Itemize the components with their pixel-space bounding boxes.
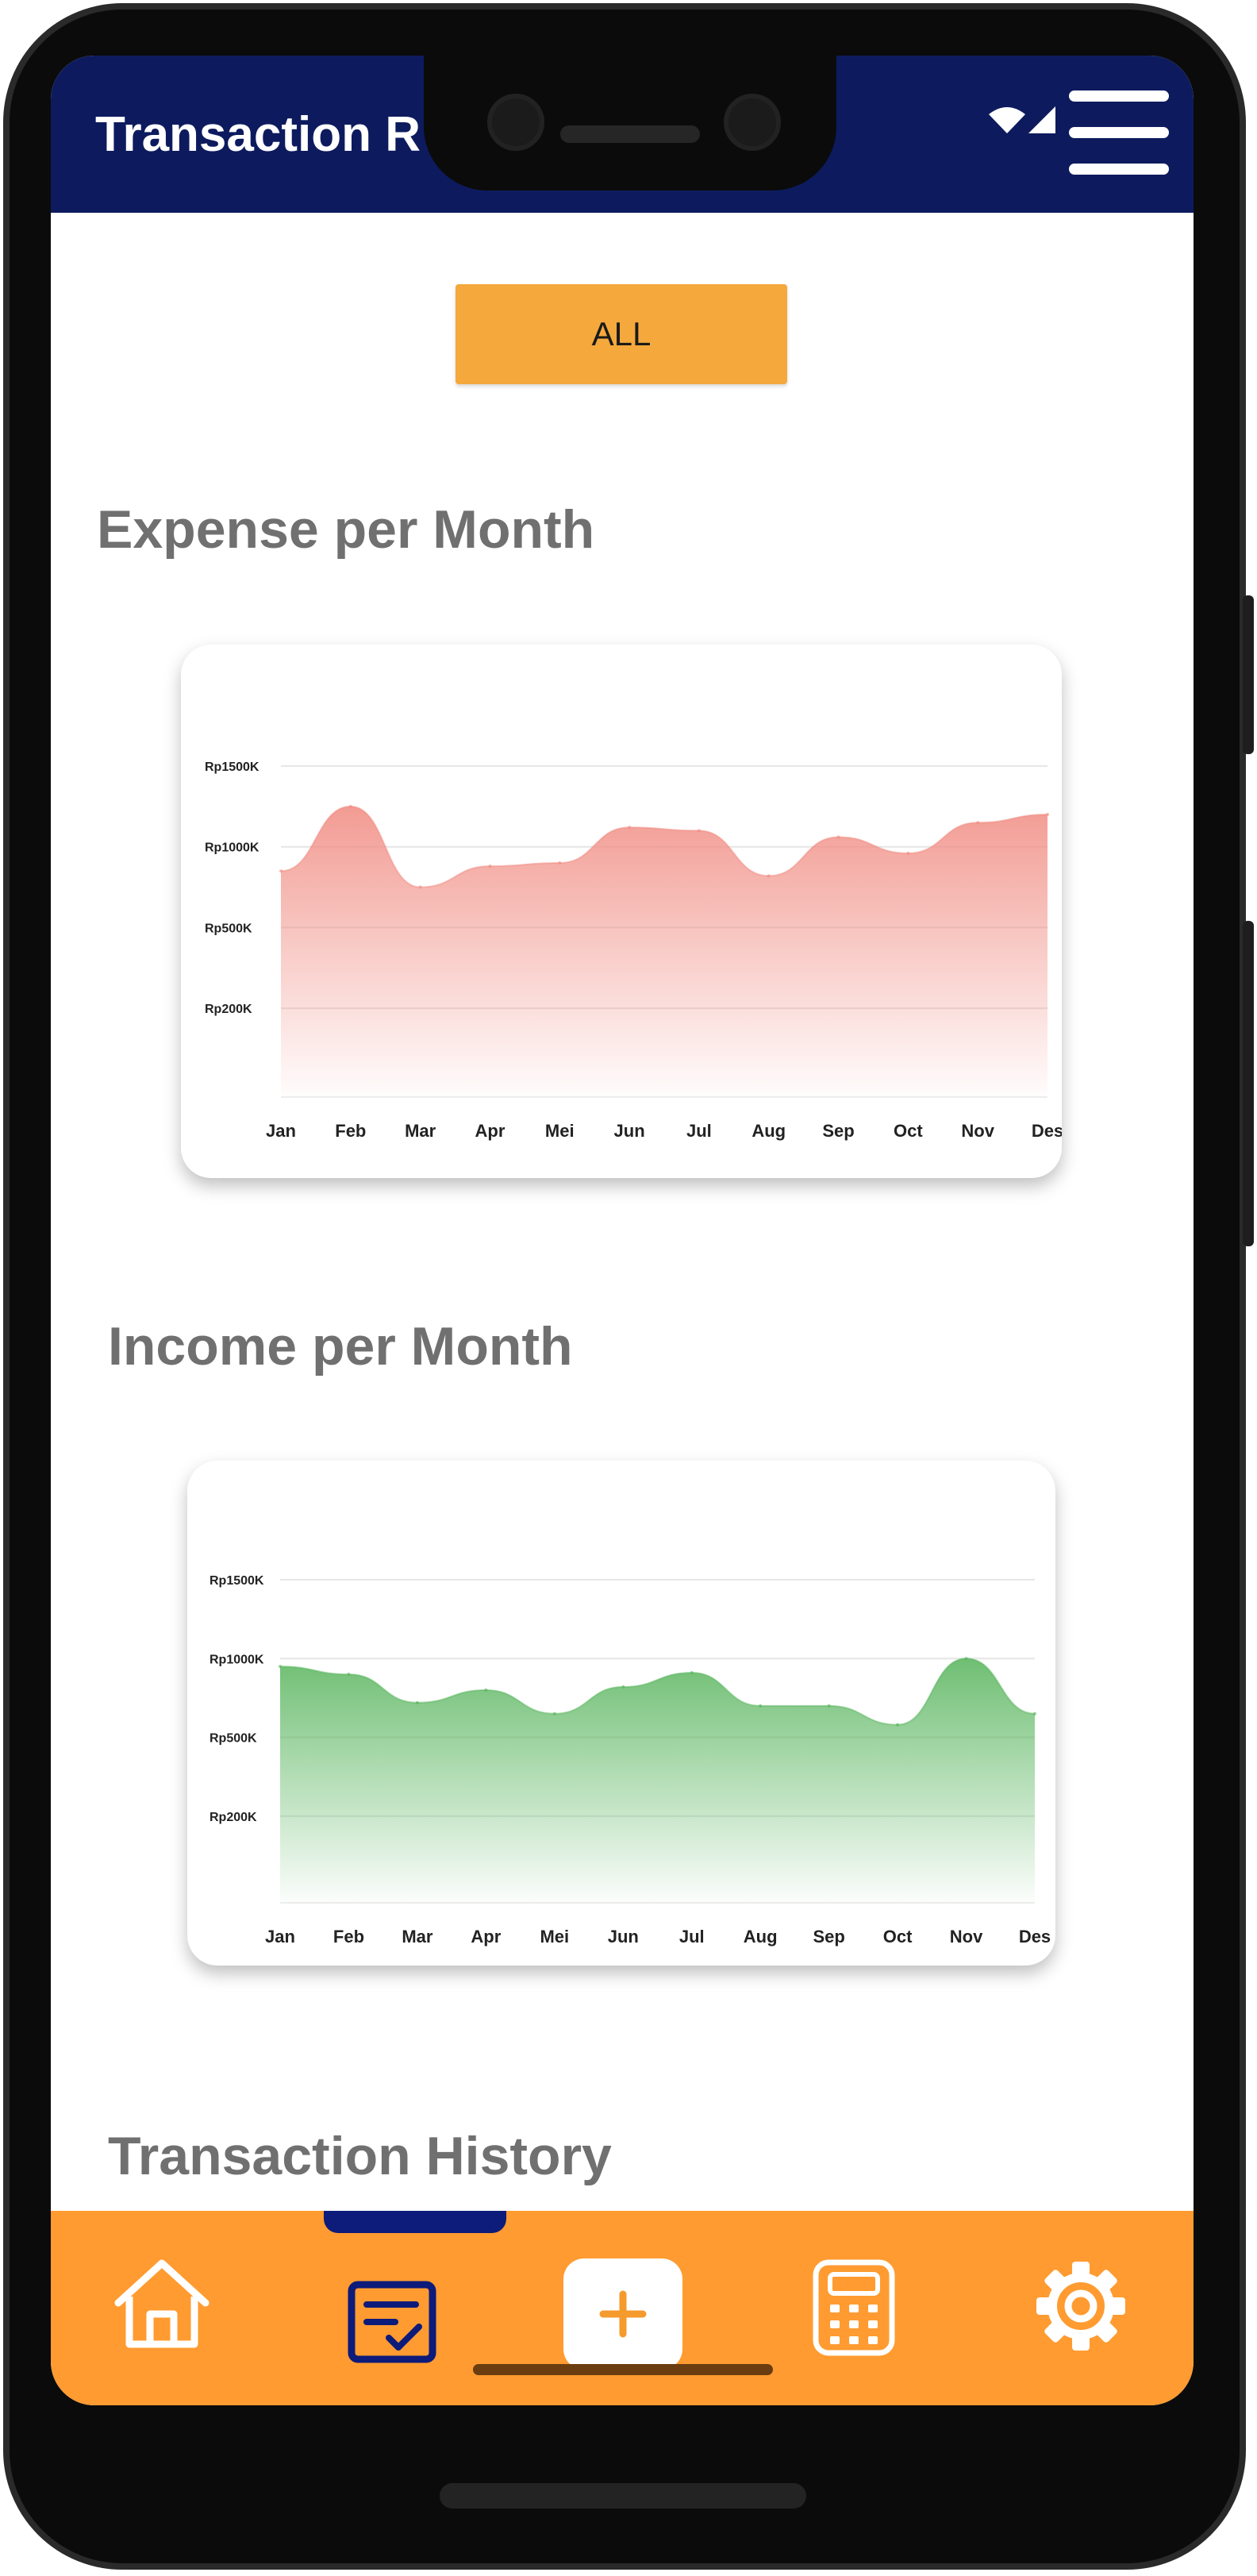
y-tick-label: Rp1000K	[205, 841, 259, 855]
gesture-home-bar[interactable]	[473, 2364, 773, 2375]
series-area	[281, 806, 1048, 1097]
x-tick-label: Feb	[333, 1927, 364, 1946]
gear-icon[interactable]	[1033, 2258, 1128, 2354]
data-point	[964, 1657, 968, 1661]
data-point	[558, 861, 562, 865]
x-tick-label: Mei	[545, 1121, 575, 1141]
data-point	[690, 1671, 694, 1675]
income-section-title: Income per Month	[108, 1316, 573, 1377]
series-area	[280, 1658, 1035, 1903]
income-chart-card: Rp1500K Rp1000K Rp500K Rp200K Jan Feb Mar Apr Me…	[187, 1461, 1055, 1966]
data-point	[279, 1665, 282, 1669]
menu-icon[interactable]	[1069, 90, 1169, 178]
active-tab-indicator	[324, 2211, 506, 2233]
data-point	[767, 874, 771, 878]
expense-section-title: Expense per Month	[97, 499, 595, 560]
x-tick-label: Mar	[402, 1927, 433, 1946]
page-title: Transaction R	[95, 107, 421, 162]
income-chart: Rp1500K Rp1000K Rp500K Rp200K Jan Feb Mar Apr Me…	[210, 1574, 1051, 1946]
data-point	[415, 1700, 419, 1704]
add-button[interactable]	[563, 2258, 682, 2370]
data-point	[488, 864, 492, 868]
app-screen: Transaction R ALL Expense per Month Rp15…	[51, 56, 1194, 2405]
y-tick-label: Rp200K	[210, 1811, 257, 1824]
x-tick-label: Apr	[471, 1927, 501, 1946]
data-point	[976, 821, 980, 825]
y-tick-label: Rp200K	[205, 1003, 252, 1016]
y-tick-label: Rp1500K	[205, 760, 259, 774]
x-tick-label: Feb	[335, 1121, 366, 1141]
data-point	[348, 804, 352, 808]
checklist-icon[interactable]	[348, 2281, 436, 2363]
history-section-title: Transaction History	[108, 2126, 612, 2186]
x-tick-label: Jan	[265, 1927, 295, 1946]
status-bar-icons	[987, 103, 1059, 135]
x-tick-label: Des	[1019, 1927, 1051, 1946]
x-tick-label: Nov	[961, 1121, 994, 1141]
y-tick-label: Rp1500K	[210, 1574, 264, 1588]
phone-frame: Transaction R ALL Expense per Month Rp15…	[0, 0, 1257, 2576]
data-point	[552, 1712, 556, 1715]
y-tick-label: Rp500K	[210, 1732, 257, 1746]
y-tick-label: Rp1000K	[210, 1653, 264, 1666]
data-point	[906, 851, 910, 855]
data-point	[1033, 1712, 1036, 1715]
data-point	[697, 829, 701, 833]
data-point	[628, 826, 632, 830]
x-tick-label: Jan	[266, 1121, 296, 1141]
x-tick-label: Mar	[405, 1121, 436, 1141]
camera-notch	[424, 56, 836, 191]
power-button	[1243, 595, 1254, 754]
bottom-speaker	[440, 2483, 806, 2509]
add-icon	[599, 2290, 647, 2338]
x-tick-label: Mei	[540, 1927, 569, 1946]
data-point	[836, 835, 840, 839]
x-tick-label: Nov	[950, 1927, 983, 1946]
data-point	[621, 1685, 625, 1689]
x-tick-label: Oct	[894, 1121, 923, 1141]
volume-button	[1243, 921, 1254, 1246]
x-tick-label: Apr	[475, 1121, 505, 1141]
x-tick-label: Jul	[679, 1927, 705, 1946]
home-icon[interactable]	[110, 2257, 213, 2352]
x-tick-label: Des	[1032, 1121, 1062, 1141]
x-tick-label: Jun	[614, 1121, 645, 1141]
x-tick-label: Sep	[822, 1121, 854, 1141]
data-point	[484, 1688, 488, 1692]
data-point	[759, 1704, 763, 1708]
all-filter-button[interactable]: ALL	[456, 284, 787, 384]
front-camera	[487, 94, 544, 151]
x-tick-label: Jun	[608, 1927, 639, 1946]
expense-chart: Rp1500K Rp1000K Rp500K Rp200K Jan Feb Mar Apr Me…	[205, 760, 1062, 1141]
x-tick-label: Oct	[883, 1927, 913, 1946]
front-camera-2	[724, 94, 781, 151]
data-point	[347, 1673, 351, 1677]
data-point	[827, 1704, 831, 1708]
x-tick-label: Aug	[744, 1927, 778, 1946]
x-tick-label: Sep	[813, 1927, 844, 1946]
expense-chart-card: Rp1500K Rp1000K Rp500K Rp200K Jan Feb Mar Apr Me…	[181, 645, 1062, 1178]
data-point	[418, 885, 422, 889]
x-tick-label: Aug	[752, 1121, 786, 1141]
calculator-icon[interactable]	[811, 2258, 897, 2357]
data-point	[279, 869, 283, 873]
x-tick-label: Jul	[686, 1121, 712, 1141]
data-point	[896, 1723, 900, 1727]
y-tick-label: Rp500K	[205, 922, 252, 935]
earpiece-speaker	[560, 125, 700, 143]
data-point	[1046, 813, 1049, 817]
